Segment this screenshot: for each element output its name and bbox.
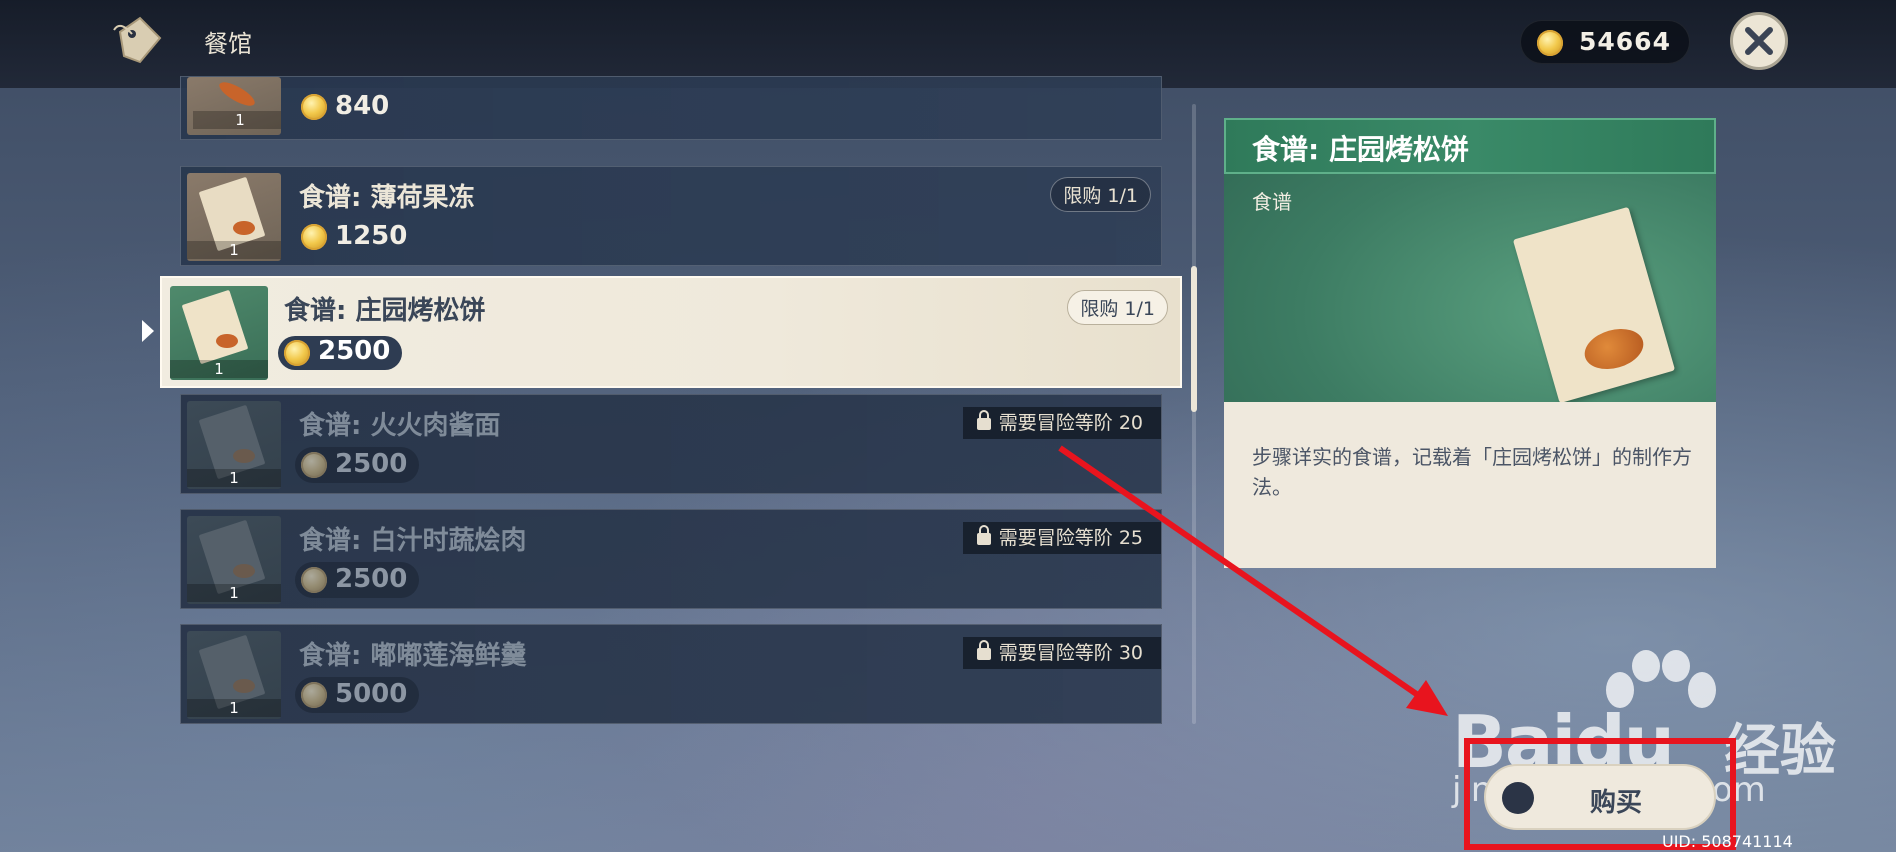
uid-label: UID: 508741114 xyxy=(1662,832,1793,851)
detail-header: 食谱: 庄园烤松饼 xyxy=(1224,118,1716,174)
scrollbar-thumb[interactable] xyxy=(1191,266,1197,412)
item-name: 食谱: 庄园烤松饼 xyxy=(284,296,486,326)
tag-icon xyxy=(110,12,166,68)
food-icon xyxy=(216,77,258,111)
level-lock-badge: 需要冒险等阶 20 xyxy=(962,407,1161,439)
mora-coin-icon xyxy=(301,682,327,708)
mora-coin-icon xyxy=(301,94,327,120)
item-quantity: 1 xyxy=(170,360,268,378)
annotation-arrow xyxy=(1058,445,1448,716)
top-bar: 餐馆 54664 xyxy=(0,0,1896,88)
purchase-limit-badge: 限购 1/1 xyxy=(1050,177,1151,212)
item-price: 5000 xyxy=(295,677,419,713)
close-icon xyxy=(1745,27,1773,55)
item-price: 2500 xyxy=(295,447,419,483)
mora-amount: 54664 xyxy=(1579,27,1671,56)
item-name: 食谱: 白汁时蔬烩肉 xyxy=(299,526,527,556)
list-item-locked[interactable]: 1 食谱: 火火肉酱面 2500 需要冒险等阶 20 xyxy=(180,394,1162,494)
mora-coin-icon xyxy=(301,224,327,250)
list-item[interactable]: 1 食谱: 薄荷果冻 1250 限购 1/1 xyxy=(180,166,1162,266)
item-price: 2500 xyxy=(295,562,419,598)
mora-balance: 54664 xyxy=(1520,20,1690,64)
purchase-limit-badge: 限购 1/1 xyxy=(1067,290,1168,325)
recipe-icon xyxy=(1512,206,1676,410)
list-item-locked[interactable]: 1 食谱: 白汁时蔬烩肉 2500 需要冒险等阶 25 xyxy=(180,509,1162,609)
item-thumbnail: 1 xyxy=(187,77,281,135)
shop-title: 餐馆 xyxy=(204,30,252,58)
item-quantity: 1 xyxy=(193,111,281,129)
mora-coin-icon xyxy=(284,340,310,366)
item-quantity: 1 xyxy=(187,699,281,717)
item-price: 2500 xyxy=(278,336,402,370)
lock-icon xyxy=(976,410,991,430)
item-quantity: 1 xyxy=(187,241,281,259)
mora-coin-icon xyxy=(1537,30,1563,56)
item-name: 食谱: 火火肉酱面 xyxy=(299,411,501,441)
close-button[interactable] xyxy=(1730,12,1788,70)
lock-icon xyxy=(976,640,991,660)
list-item[interactable]: 1 840 xyxy=(180,76,1162,140)
item-name: 食谱: 嘟嘟莲海鲜羹 xyxy=(299,641,527,671)
mora-coin-icon xyxy=(301,567,327,593)
detail-title: 食谱: 庄园烤松饼 xyxy=(1252,133,1469,166)
item-type: 食谱 xyxy=(1252,190,1292,214)
lock-icon xyxy=(976,525,991,545)
mora-coin-icon xyxy=(301,452,327,478)
recipe-icon xyxy=(181,289,249,365)
selection-pointer-icon xyxy=(142,320,154,342)
item-name: 食谱: 薄荷果冻 xyxy=(299,183,475,213)
item-quantity: 1 xyxy=(187,469,281,487)
list-item-locked[interactable]: 1 食谱: 嘟嘟莲海鲜羹 5000 需要冒险等阶 30 xyxy=(180,624,1162,724)
item-quantity: 1 xyxy=(187,584,281,602)
list-item-selected[interactable]: 1 食谱: 庄园烤松饼 2500 限购 1/1 xyxy=(160,276,1182,388)
item-list[interactable]: 1 840 1 食谱: 薄荷果冻 1250 限购 1/1 1 食谱: 庄园烤松饼… xyxy=(0,76,1190,748)
